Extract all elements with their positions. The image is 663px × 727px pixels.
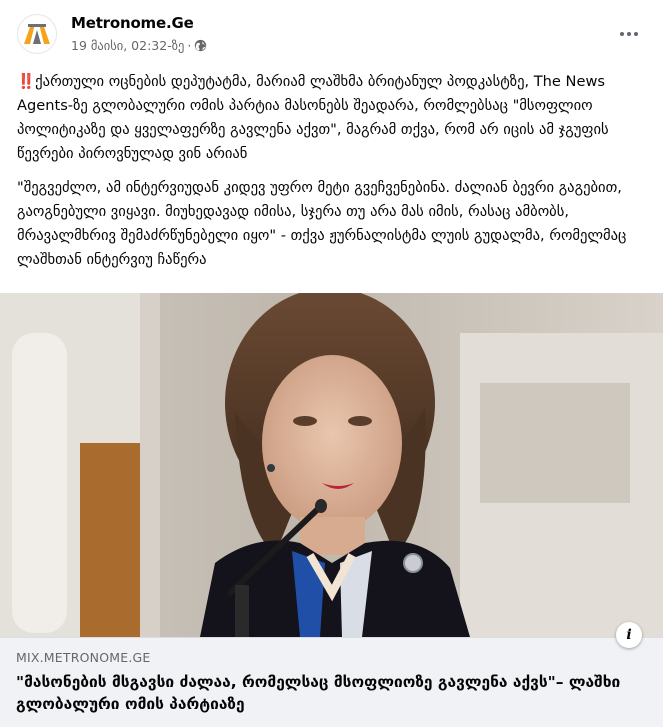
facebook-post: Metronome.Ge 19 მაისი, 02:32-ზე · ‼️ქართ… bbox=[0, 0, 663, 727]
double-exclamation-icon: ‼️ bbox=[17, 73, 36, 90]
post-meta: 19 მაისი, 02:32-ზე · bbox=[71, 38, 207, 53]
post-paragraph-2: "შეგვეძლო, ამ ინტერვიუდან კიდევ უფრო მეტ… bbox=[17, 179, 627, 268]
more-horizontal-icon[interactable] bbox=[617, 22, 641, 46]
post-paragraph-1-text: ქართული ოცნების დეპუტატმა, მარიამ ლაშხმა… bbox=[17, 73, 609, 162]
meta-separator: · bbox=[187, 38, 192, 53]
link-preview-image[interactable] bbox=[0, 293, 663, 637]
post-timestamp[interactable]: 19 მაისი, 02:32-ზე bbox=[71, 38, 184, 53]
page-avatar[interactable] bbox=[17, 14, 57, 54]
link-headline[interactable]: "მასონების მსგავსი ძალაა, რომელსაც მსოფლ… bbox=[16, 671, 647, 715]
post-paragraph-1: ‼️ქართული ოცნების დეპუტატმა, მარიამ ლაშხ… bbox=[17, 70, 645, 166]
post-header: Metronome.Ge 19 მაისი, 02:32-ზე · bbox=[0, 0, 663, 62]
portrait-photo bbox=[0, 293, 663, 637]
post-text: ‼️ქართული ოცნების დეპუტატმა, მარიამ ლაშხ… bbox=[17, 70, 645, 278]
globe-icon[interactable] bbox=[194, 39, 207, 52]
link-preview-footer[interactable]: MIX.METRONOME.GE "მასონების მსგავსი ძალა… bbox=[0, 637, 663, 727]
info-icon[interactable]: i bbox=[616, 622, 642, 648]
link-domain: MIX.METRONOME.GE bbox=[16, 650, 151, 665]
metronome-logo-icon bbox=[24, 24, 50, 44]
page-name-link[interactable]: Metronome.Ge bbox=[71, 14, 194, 32]
